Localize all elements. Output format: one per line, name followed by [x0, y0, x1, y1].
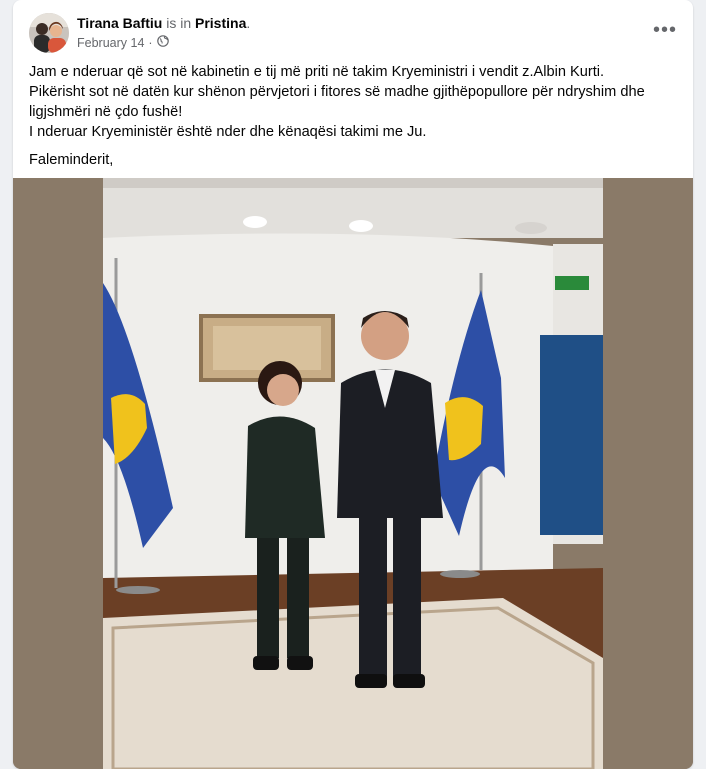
post-date[interactable]: February 14	[77, 36, 144, 50]
post-text-line: Pikërisht sot në datën kur shënon përvje…	[29, 84, 645, 100]
author-line: Tirana Baftiu is in Pristina.	[77, 14, 250, 32]
post-text-line: ligjshmëri në çdo fushë!	[29, 104, 183, 120]
post-card: Tirana Baftiu is in Pristina. February 1…	[13, 0, 693, 769]
photo-image	[13, 178, 693, 769]
more-icon: •••	[652, 18, 677, 41]
place-suffix: .	[246, 15, 251, 31]
meta-separator: ·	[148, 35, 153, 50]
post-meta: February 14 ·	[77, 35, 169, 50]
post-text: Jam e nderuar që sot në kabinetin e tij …	[13, 58, 693, 170]
avatar[interactable]	[29, 13, 69, 53]
post-photo[interactable]	[13, 178, 693, 769]
post-text-line: I nderuar Kryeministër është nder dhe kë…	[29, 124, 427, 140]
post-header: Tirana Baftiu is in Pristina. February 1…	[13, 0, 693, 58]
place-link[interactable]: Pristina	[195, 15, 246, 31]
is-in-text: is in	[166, 15, 192, 31]
author-name[interactable]: Tirana Baftiu	[77, 15, 162, 31]
post-closing: Faleminderit,	[29, 152, 114, 168]
post-text-line: Jam e nderuar që sot në kabinetin e tij …	[29, 64, 605, 80]
avatar-image	[29, 13, 69, 53]
more-options-button[interactable]: •••	[647, 16, 683, 44]
globe-icon	[156, 35, 169, 50]
